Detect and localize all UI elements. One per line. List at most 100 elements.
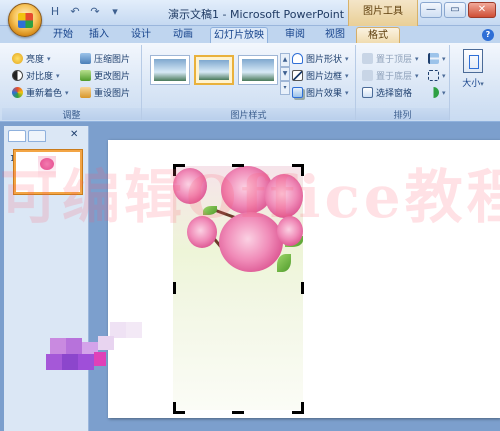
crop-handle-tl[interactable] — [173, 164, 176, 176]
style-thumb-2[interactable] — [194, 55, 234, 85]
tab-home[interactable]: 开始 — [50, 27, 76, 43]
restore-button[interactable]: ▭ — [444, 2, 466, 18]
slide-canvas[interactable] — [108, 140, 500, 418]
mosaic-pixel — [126, 322, 142, 338]
tab-slideshow[interactable]: 幻灯片放映 — [210, 27, 268, 43]
blossom — [219, 212, 283, 272]
recolor-button[interactable]: 重新着色 ▾ — [12, 85, 69, 100]
redo-icon[interactable]: ↷ — [88, 5, 102, 18]
change-label: 更改图片 — [94, 72, 131, 82]
rotate-button[interactable]: ▾ — [428, 85, 446, 100]
picture-effects-button[interactable]: 图片效果 ▾ — [292, 85, 349, 100]
blossom — [277, 216, 303, 246]
size-button[interactable]: 大小▾ — [456, 49, 490, 89]
compress-pictures-button[interactable]: 压缩图片 — [80, 51, 130, 66]
scroll-down-icon[interactable]: ▼ — [280, 67, 290, 81]
crop-handle-top[interactable] — [232, 164, 244, 167]
brightness-label: 亮度 — [26, 55, 45, 65]
mosaic-pixel — [78, 354, 94, 370]
brightness-button[interactable]: 亮度 ▾ — [12, 51, 51, 66]
crop-handle-bl[interactable] — [173, 411, 185, 414]
brightness-icon — [12, 53, 23, 64]
blossom — [173, 168, 207, 204]
group-button[interactable]: ▾ — [428, 68, 446, 83]
ribbon: 亮度 ▾ 对比度 ▾ 重新着色 ▾ 压缩图片 更改图片 重设图片 调整 ▲ ▼ … — [0, 43, 500, 122]
crop-handle-tr[interactable] — [301, 164, 304, 176]
contrast-icon — [12, 70, 23, 81]
slides-pane: ✕ 1 — [4, 126, 89, 431]
slides-tab[interactable] — [8, 130, 26, 142]
compress-icon — [80, 53, 91, 64]
help-icon[interactable]: ? — [482, 29, 494, 41]
mosaic-pixel — [98, 336, 114, 350]
style-thumb-1[interactable] — [150, 55, 190, 85]
save-icon[interactable]: H — [48, 5, 62, 18]
crop-handle-br[interactable] — [301, 402, 304, 414]
title-bar: H ↶ ↷ ▾ 演示文稿1 - Microsoft PowerPoint 图片工… — [0, 0, 500, 26]
leaf — [277, 254, 291, 272]
mosaic-pixel — [62, 354, 78, 370]
tab-design[interactable]: 设计 — [128, 27, 154, 43]
qat-dropdown-icon[interactable]: ▾ — [108, 5, 122, 18]
gallery-more-icon[interactable]: ▾ — [280, 81, 290, 95]
picture-shape-button[interactable]: 图片形状 ▾ — [292, 51, 349, 66]
slide-picture[interactable] — [173, 166, 303, 410]
send-back-label: 置于底层 — [376, 72, 413, 82]
crop-handle-left[interactable] — [173, 282, 176, 294]
picture-shape-label: 图片形状 — [306, 55, 343, 65]
compress-label: 压缩图片 — [94, 55, 131, 65]
rotate-icon — [428, 87, 439, 98]
change-picture-button[interactable]: 更改图片 — [80, 68, 130, 83]
align-button[interactable]: ▾ — [428, 51, 446, 66]
slide-thumbnail[interactable] — [14, 150, 82, 194]
size-icon — [463, 49, 483, 73]
adjust-group-label: 调整 — [2, 108, 141, 121]
close-button[interactable]: ✕ — [468, 2, 496, 18]
reset-label: 重设图片 — [94, 89, 131, 99]
bring-front-icon — [362, 53, 373, 64]
picture-styles-group-label: 图片样式 — [142, 108, 355, 121]
scroll-up-icon[interactable]: ▲ — [280, 53, 290, 67]
tab-review[interactable]: 审阅 — [282, 27, 308, 43]
thumb-flower — [40, 158, 54, 170]
office-logo-icon — [18, 13, 33, 28]
window-title: 演示文稿1 - Microsoft PowerPoint — [168, 8, 345, 21]
tab-format[interactable]: 格式 — [356, 27, 400, 43]
selection-pane-icon — [362, 87, 373, 98]
picture-border-icon — [292, 70, 303, 81]
adjust-group: 亮度 ▾ 对比度 ▾ 重新着色 ▾ 压缩图片 更改图片 重设图片 调整 — [2, 45, 142, 121]
reset-picture-button[interactable]: 重设图片 — [80, 85, 130, 100]
outline-tab[interactable] — [28, 130, 46, 142]
style-thumb-3[interactable] — [238, 55, 278, 85]
picture-tools-context-title: 图片工具 — [348, 0, 418, 26]
crop-handle-bottom[interactable] — [232, 411, 244, 414]
close-pane-icon[interactable]: ✕ — [70, 129, 78, 140]
contrast-label: 对比度 — [26, 72, 54, 82]
picture-styles-group: ▲ ▼ ▾ 图片形状 ▾ 图片边框 ▾ 图片效果 ▾ 图片样式 — [142, 45, 356, 121]
picture-border-button[interactable]: 图片边框 ▾ — [292, 68, 349, 83]
quick-access-toolbar: H ↶ ↷ ▾ — [48, 5, 122, 18]
leaf — [203, 206, 217, 215]
style-gallery-scroll[interactable]: ▲ ▼ ▾ — [280, 53, 290, 95]
picture-effects-label: 图片效果 — [306, 89, 343, 99]
send-to-back-button[interactable]: 置于底层 ▾ — [362, 68, 419, 83]
arrange-group: 置于顶层 ▾ 置于底层 ▾ 选择窗格 ▾ ▾ ▾ 排列 — [356, 45, 450, 121]
contrast-button[interactable]: 对比度 ▾ — [12, 68, 60, 83]
office-button[interactable] — [8, 3, 42, 37]
tab-animations[interactable]: 动画 — [170, 27, 196, 43]
tab-view[interactable]: 视图 — [322, 27, 348, 43]
send-back-icon — [362, 70, 373, 81]
mosaic-pixel — [66, 338, 82, 354]
tab-insert[interactable]: 插入 — [86, 27, 112, 43]
undo-icon[interactable]: ↶ — [68, 5, 82, 18]
picture-shape-icon — [292, 53, 303, 64]
recolor-icon — [12, 87, 23, 98]
recolor-label: 重新着色 — [26, 89, 63, 99]
window-controls: — ▭ ✕ — [420, 2, 496, 18]
crop-handle-right[interactable] — [301, 282, 304, 294]
pane-tabs — [8, 130, 46, 142]
minimize-button[interactable]: — — [420, 2, 442, 18]
bring-to-front-button[interactable]: 置于顶层 ▾ — [362, 51, 419, 66]
change-picture-icon — [80, 70, 91, 81]
selection-pane-button[interactable]: 选择窗格 — [362, 85, 412, 100]
